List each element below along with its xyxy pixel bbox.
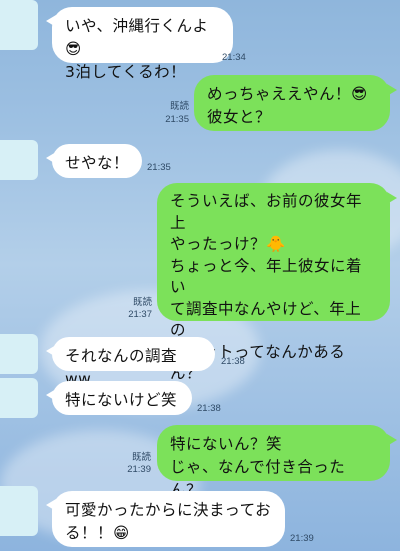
- sender-avatar[interactable]: [0, 140, 38, 180]
- sender-avatar[interactable]: [0, 334, 38, 374]
- read-receipt: 既読: [131, 452, 151, 463]
- message-time: 21:34: [222, 52, 246, 63]
- message-time: 21:35: [147, 162, 171, 173]
- message-time: 21:35: [165, 114, 189, 125]
- message-time: 21:37: [128, 309, 152, 320]
- message-bubble-incoming[interactable]: それなんの調査ww: [46, 337, 215, 388]
- message-bubble-incoming[interactable]: いや、沖縄行くんよ😎 3泊してくるわ！: [46, 7, 233, 81]
- sender-avatar[interactable]: [0, 0, 38, 50]
- message-time: 21:39: [127, 464, 151, 475]
- sender-avatar[interactable]: [0, 486, 38, 536]
- sender-avatar[interactable]: [0, 378, 38, 418]
- message-time: 21:38: [221, 356, 245, 367]
- message-bubble-incoming[interactable]: 可愛かったからに決まっておる！！😁: [46, 491, 285, 547]
- message-bubble-incoming[interactable]: 特にないけど笑: [46, 381, 192, 415]
- message-time: 21:39: [290, 533, 314, 544]
- read-receipt: 既読: [132, 297, 152, 308]
- message-bubble-outgoing[interactable]: めっちゃええやん！😎 彼女と？: [194, 75, 397, 131]
- read-receipt: 既読: [169, 101, 189, 112]
- message-bubble-outgoing[interactable]: そういえば、お前の彼女年上 やったっけ？🐥 ちょっと今、年上彼女に着い て調査中…: [157, 183, 397, 404]
- message-bubble-outgoing[interactable]: 特にないん？笑 じゃ、なんで付き合ったん？: [157, 425, 397, 499]
- message-bubble-incoming[interactable]: せやな！: [46, 144, 142, 178]
- message-time: 21:38: [197, 403, 221, 414]
